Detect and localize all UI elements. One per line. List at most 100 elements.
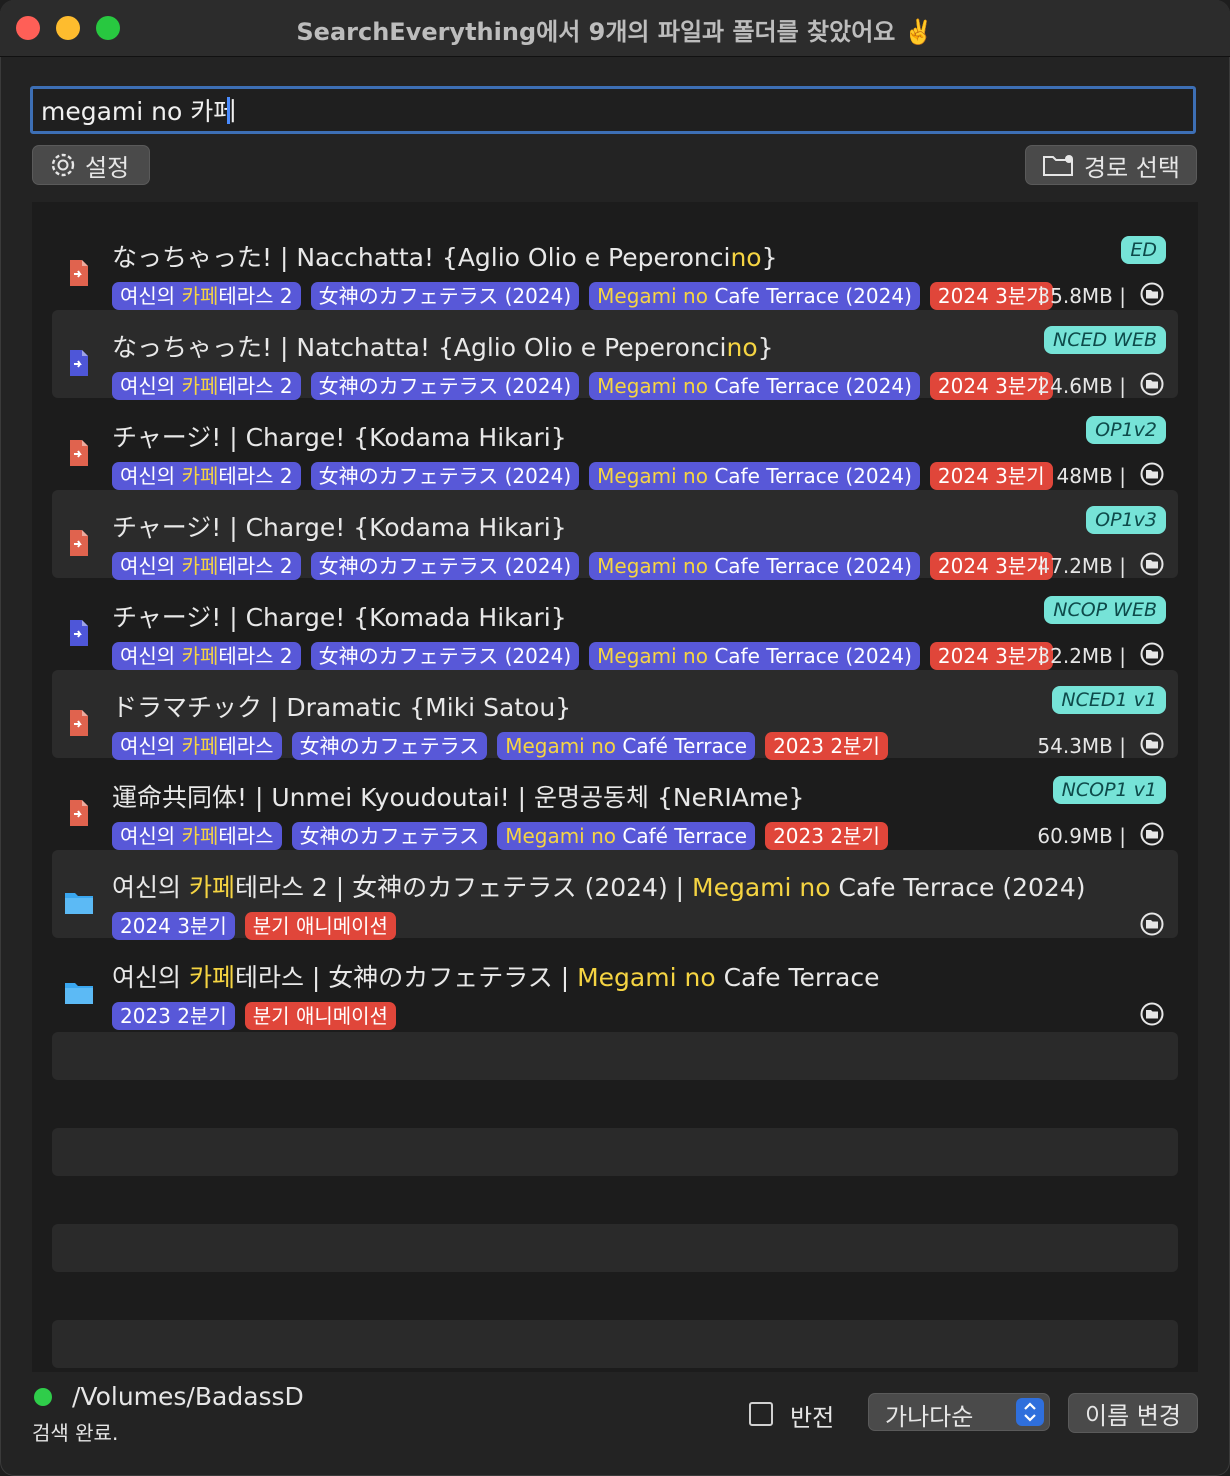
tag-text: 女神のカフェテラス (2024) (318, 284, 572, 308)
file-size: 32.2MB | (1037, 644, 1126, 668)
tag-badge[interactable]: 女神のカフェテラス (291, 822, 488, 850)
tag-badge[interactable]: 여신의 카페테라스 2 (112, 372, 301, 400)
tag-badge[interactable]: 여신의 카페테라스 2 (112, 552, 301, 580)
text-segment: no (730, 243, 762, 272)
tag-text: 카페 (181, 554, 219, 578)
file-row[interactable]: 運命共同体! | Unmei Kyoudoutai! | 운명공동체 {NeRI… (52, 760, 1178, 850)
reveal-in-finder-icon[interactable] (1140, 642, 1164, 666)
file-name: 運命共同体! | Unmei Kyoudoutai! | 운명공동체 {NeRI… (112, 778, 804, 814)
tag-badge[interactable]: 女神のカフェテラス (2024) (310, 372, 580, 400)
tag-text: 카페 (181, 824, 219, 848)
text-segment: Cafe Terrace (715, 963, 880, 992)
tag-badge[interactable]: 女神のカフェテラス (2024) (310, 282, 580, 310)
tag-text: 테라스 (218, 824, 274, 848)
tag-text: 2023 2분기 (773, 824, 880, 848)
window-title: SearchEverything에서 9개의 파일과 폴더를 찾았어요 ✌️ (296, 18, 934, 46)
sort-value: 가나다순 (885, 1403, 974, 1431)
reveal-in-finder-icon[interactable] (1140, 282, 1164, 306)
reveal-in-finder-icon[interactable] (1140, 822, 1164, 846)
reveal-in-finder-icon[interactable] (1140, 462, 1164, 486)
tag-text: 카페 (181, 734, 219, 758)
choose-path-button[interactable]: 경로 선택 (1025, 145, 1197, 185)
tag-badge[interactable]: 2023 2분기 (765, 822, 888, 850)
tag-text: 카페 (181, 464, 219, 488)
type-badge: NCOP WEB (1044, 596, 1166, 624)
tag-text: Megami no (597, 644, 708, 668)
tag-badge[interactable]: 2023 2분기 (112, 1002, 235, 1030)
chevron-updown-icon (1016, 1398, 1044, 1426)
tag-badge[interactable]: 분기 애니메이션 (244, 1002, 396, 1030)
folder-icon (64, 978, 93, 1008)
type-badge: OP1v3 (1086, 506, 1166, 534)
tag-badge[interactable]: Megami no Cafe Terrace (2024) (589, 372, 920, 400)
tag-badge[interactable]: 女神のカフェテラス (2024) (310, 642, 580, 670)
tag-badge[interactable]: 女神のカフェテラス (291, 732, 488, 760)
tag-badge[interactable]: 2024 3분기 (112, 912, 235, 940)
tag-badge[interactable]: 2024 3분기 (929, 462, 1053, 490)
rename-button[interactable]: 이름 변경 (1068, 1393, 1198, 1433)
tag-text: Cafe Terrace (2024) (707, 464, 912, 488)
text-segment: 여신의 (112, 963, 189, 992)
folder-row[interactable]: 여신의 카페테라스 | 女神のカフェテラス | Megami no Cafe T… (52, 940, 1178, 1030)
file-row[interactable]: チャージ! | Charge! {Kodama Hikari} 여신의 카페테라스… (52, 490, 1178, 580)
tag-badge[interactable]: 여신의 카페테라스 (112, 732, 282, 760)
tag-text: 女神のカフェテラス (2024) (318, 554, 572, 578)
file-row[interactable]: チャージ! | Charge! {Kodama Hikari} 여신의 카페테라스… (52, 400, 1178, 490)
tag-badge[interactable]: Megami no Cafe Terrace (2024) (589, 552, 920, 580)
results-list[interactable]: なっちゃった! | Nacchatta! {Aglio Olio e Peper… (32, 202, 1198, 1372)
sort-select[interactable]: 가나다순 (868, 1393, 1050, 1431)
tag-badge[interactable]: 여신의 카페테라스 2 (112, 282, 301, 310)
tag-badge[interactable]: 2023 2분기 (765, 732, 888, 760)
settings-button[interactable]: 설정 (32, 145, 150, 185)
tag-text: 여신의 (120, 284, 182, 308)
tag-badge[interactable]: 2024 3분기 (929, 282, 1053, 310)
file-name: チャージ! | Charge! {Kodama Hikari} (112, 508, 567, 544)
tag-text: 女神のカフェテラス (2024) (318, 644, 572, 668)
status-indicator (34, 1388, 52, 1406)
tag-text: 테라스 2 (218, 644, 293, 668)
tag-text: Café Terrace (616, 734, 748, 758)
tag-badge[interactable]: 여신의 카페테라스 (112, 822, 282, 850)
search-input[interactable] (33, 89, 1193, 131)
tag-badge[interactable]: Megami no Cafe Terrace (2024) (589, 282, 920, 310)
tag-text: Megami no (597, 464, 708, 488)
tag-badge[interactable]: Megami no Café Terrace (497, 822, 756, 850)
tag-list: 여신의 카페테라스 2 女神のカフェテラス (2024) Megami no Caf… (112, 282, 1053, 310)
tag-text: Cafe Terrace (2024) (707, 284, 912, 308)
tag-text: 女神のカフェテラス (2024) (318, 464, 572, 488)
tag-text: Cafe Terrace (2024) (707, 374, 912, 398)
reveal-in-finder-icon[interactable] (1140, 912, 1164, 936)
reveal-in-finder-icon[interactable] (1140, 372, 1164, 396)
tag-badge[interactable]: 2024 3분기 (929, 642, 1053, 670)
reveal-in-finder-icon[interactable] (1140, 1002, 1164, 1026)
tag-text: 카페 (181, 284, 219, 308)
tag-badge[interactable]: Megami no Cafe Terrace (2024) (589, 462, 920, 490)
file-row[interactable]: チャージ! | Charge! {Komada Hikari} 여신의 카페테라스… (52, 580, 1178, 670)
tag-text: 테라스 2 (218, 374, 293, 398)
tag-badge[interactable]: Megami no Cafe Terrace (2024) (589, 642, 920, 670)
tag-text: Café Terrace (616, 824, 748, 848)
type-badge: OP1v2 (1086, 416, 1166, 444)
reveal-in-finder-icon[interactable] (1140, 552, 1164, 576)
reveal-in-finder-icon[interactable] (1140, 732, 1164, 756)
file-row[interactable]: ドラマチック | Dramatic {Miki Satou} 여신의 카페테라스 女… (52, 670, 1178, 760)
folder-row[interactable]: 여신의 카페테라스 2 | 女神のカフェテラス (2024) | Megami … (52, 850, 1178, 940)
tag-badge[interactable]: 女神のカフェテラス (2024) (310, 462, 580, 490)
invert-checkbox[interactable] (749, 1402, 773, 1426)
file-row[interactable]: なっちゃった! | Natchatta! {Aglio Olio e Peper… (52, 310, 1178, 400)
tag-text: 女神のカフェテラス (299, 734, 480, 758)
text-segment: 運命共同体! | Unmei Kyoudoutai! | 운명공동체 {NeRI… (112, 783, 805, 812)
text-segment: チャージ! | Charge! {Kodama Hikari} (112, 423, 567, 452)
tag-badge[interactable]: 분기 애니메이션 (244, 912, 396, 940)
file-row[interactable]: なっちゃった! | Nacchatta! {Aglio Olio e Peper… (52, 220, 1178, 310)
tag-badge[interactable]: 2024 3분기 (929, 372, 1053, 400)
tag-list: 2024 3분기 분기 애니메이션 (112, 912, 396, 940)
tag-badge[interactable]: 여신의 카페테라스 2 (112, 642, 301, 670)
tag-badge[interactable]: 여신의 카페테라스 2 (112, 462, 301, 490)
tag-badge[interactable]: 2024 3분기 (929, 552, 1053, 580)
text-segment: Megami no (692, 873, 831, 902)
text-segment: } (757, 333, 774, 362)
tag-badge[interactable]: 女神のカフェテラス (2024) (310, 552, 580, 580)
tag-badge[interactable]: Megami no Café Terrace (497, 732, 756, 760)
folder-gear-icon (1043, 155, 1073, 176)
